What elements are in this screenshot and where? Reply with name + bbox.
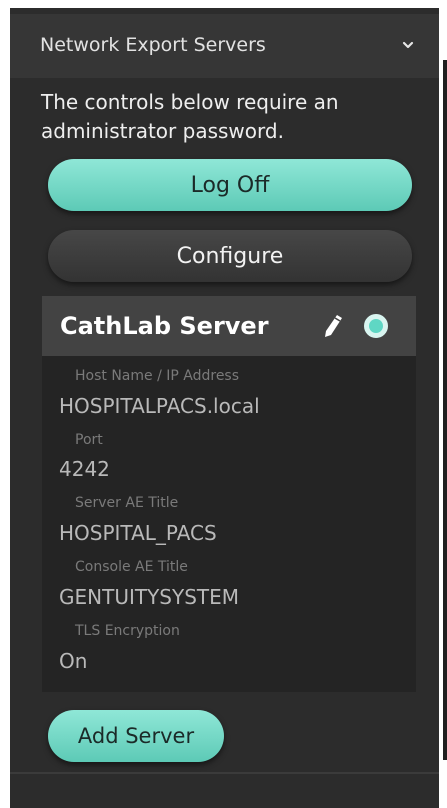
admin-password-notice: The controls below require an administra… xyxy=(41,90,339,143)
server-card: CathLab Server Host Name / IP Address HO… xyxy=(42,296,416,692)
section-title: Network Export Servers xyxy=(40,34,266,56)
radio-selected-icon[interactable] xyxy=(364,314,388,338)
section-header[interactable]: Network Export Servers xyxy=(10,14,439,78)
network-export-servers-panel: Network Export Servers The controls belo… xyxy=(10,0,447,808)
tls-encryption-value: On xyxy=(59,649,88,673)
log-off-button[interactable]: Log Off xyxy=(48,159,412,211)
pencil-icon[interactable] xyxy=(322,313,344,339)
divider xyxy=(10,772,439,774)
server-name: CathLab Server xyxy=(60,312,269,340)
port-label: Port xyxy=(75,432,103,448)
chevron-down-icon[interactable] xyxy=(399,36,417,54)
host-name-value: HOSPITALPACS.local xyxy=(59,394,260,418)
server-ae-title-label: Server AE Title xyxy=(75,495,179,511)
tls-encryption-label: TLS Encryption xyxy=(75,623,180,639)
console-ae-title-label: Console AE Title xyxy=(75,559,188,575)
add-server-button[interactable]: Add Server xyxy=(48,710,224,762)
panel-top-strip xyxy=(10,0,439,8)
port-value: 4242 xyxy=(59,457,110,481)
scrollbar[interactable] xyxy=(443,60,447,760)
configure-button[interactable]: Configure xyxy=(48,230,412,282)
server-card-header: CathLab Server xyxy=(42,296,416,356)
console-ae-title-value: GENTUITYSYSTEM xyxy=(59,585,239,609)
host-name-label: Host Name / IP Address xyxy=(75,368,240,384)
server-ae-title-value: HOSPITAL_PACS xyxy=(59,521,217,545)
